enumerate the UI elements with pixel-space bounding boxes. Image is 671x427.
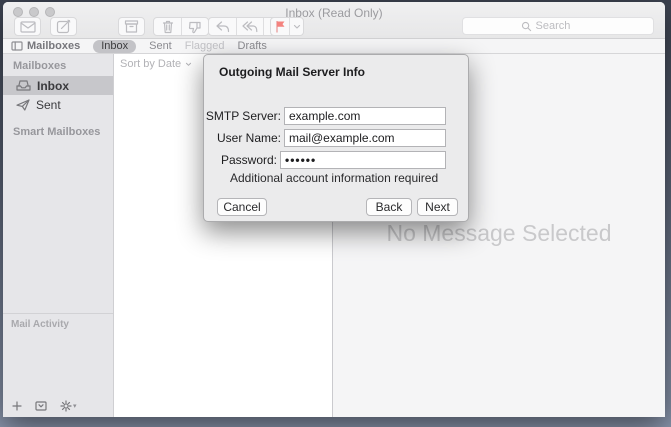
next-button[interactable]: Next	[417, 198, 458, 216]
dialog-form: SMTP Server: User Name: Password:	[204, 107, 468, 173]
back-button[interactable]: Back	[366, 198, 412, 216]
add-mailbox-plus-icon[interactable]	[12, 401, 22, 411]
mail-app-window: Inbox (Read Only)	[3, 2, 665, 417]
compose-icon	[56, 19, 71, 34]
search-input[interactable]	[536, 20, 596, 32]
trash-junk-group	[153, 17, 209, 36]
sidebar: Mailboxes Inbox Sent Smart Mailboxes Mai…	[3, 54, 114, 417]
search-icon	[521, 21, 532, 32]
sidebar-panel-icon	[11, 41, 23, 51]
sidebar-bottom-bar: ▾	[12, 400, 77, 412]
password-label: Password:	[204, 153, 277, 167]
toolbar: Inbox (Read Only)	[3, 2, 665, 39]
favorite-inbox[interactable]: Inbox	[93, 40, 136, 53]
junk-button[interactable]	[181, 18, 208, 35]
password-input[interactable]	[280, 151, 446, 169]
no-message-selected-text: No Message Selected	[386, 220, 611, 417]
reply-all-arrow-icon	[242, 21, 258, 33]
sidebar-item-sent[interactable]: Sent	[3, 95, 113, 114]
outgoing-mail-server-dialog: Outgoing Mail Server Info SMTP Server: U…	[203, 54, 469, 222]
trash-button[interactable]	[154, 18, 181, 35]
reply-arrow-icon	[215, 21, 230, 33]
sidebar-item-label: Inbox	[37, 79, 69, 93]
trash-icon	[162, 20, 174, 34]
favorite-drafts[interactable]: Drafts	[238, 40, 267, 52]
sidebar-item-inbox[interactable]: Inbox	[3, 76, 113, 95]
inbox-tray-icon	[16, 80, 31, 91]
cancel-button[interactable]: Cancel	[217, 198, 267, 216]
flag-group	[270, 17, 304, 36]
thumbs-down-icon	[188, 20, 202, 34]
envelope-icon	[20, 21, 36, 33]
smtp-server-row: SMTP Server:	[204, 107, 468, 125]
get-mail-button[interactable]	[14, 17, 41, 36]
paper-plane-icon	[16, 99, 30, 111]
sidebar-section-mailboxes: Mailboxes	[3, 54, 113, 76]
favorite-flagged[interactable]: Flagged	[185, 40, 225, 52]
favorite-sent[interactable]: Sent	[149, 40, 172, 52]
dialog-buttons: Cancel Back Next	[204, 198, 468, 216]
mailboxes-label: Mailboxes	[27, 40, 80, 52]
archive-button[interactable]	[118, 17, 145, 36]
password-row: Password:	[204, 151, 468, 169]
action-menu[interactable]: ▾	[60, 400, 77, 412]
flag-button[interactable]	[271, 18, 289, 35]
mailboxes-toggle[interactable]: Mailboxes	[11, 40, 80, 52]
gear-icon	[60, 400, 72, 412]
user-name-input[interactable]	[284, 129, 446, 147]
compose-button[interactable]	[50, 17, 77, 36]
chevron-down-icon	[185, 62, 192, 67]
sort-label: Sort by Date	[120, 58, 181, 70]
archive-box-icon	[124, 20, 139, 33]
favorites-bar: Mailboxes Inbox Sent Flagged Drafts	[3, 39, 665, 54]
chevron-down-icon: ▾	[73, 402, 77, 410]
sidebar-section-smart-mailboxes: Smart Mailboxes	[3, 114, 113, 142]
chevron-down-icon	[293, 24, 301, 30]
mail-activity-label: Mail Activity	[3, 313, 113, 330]
flag-menu-button[interactable]	[289, 18, 303, 35]
reply-button[interactable]	[209, 18, 236, 35]
search-field[interactable]	[462, 17, 654, 35]
sidebar-item-label: Sent	[36, 98, 61, 112]
smtp-server-input[interactable]	[284, 107, 446, 125]
dialog-note: Additional account information required	[230, 171, 438, 185]
user-name-row: User Name:	[204, 129, 468, 147]
flag-icon	[275, 20, 286, 33]
show-hide-square-chevron-icon[interactable]	[35, 401, 47, 411]
smtp-server-label: SMTP Server:	[204, 109, 281, 123]
reply-all-button[interactable]	[236, 18, 263, 35]
user-name-label: User Name:	[204, 131, 281, 145]
dialog-title: Outgoing Mail Server Info	[219, 65, 468, 79]
